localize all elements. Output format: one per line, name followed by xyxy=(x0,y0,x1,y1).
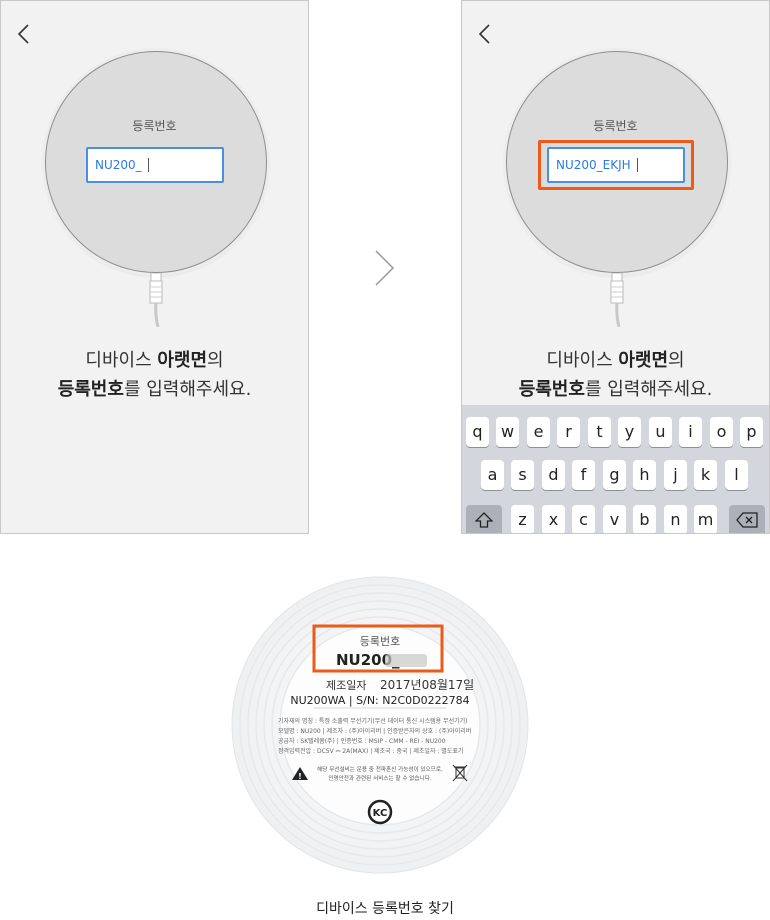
cable-icon xyxy=(149,273,163,327)
key-q[interactable]: q xyxy=(466,417,489,447)
warning-line: 해당 무선설비는 운용 중 전파혼신 가능성이 있으므로, xyxy=(317,765,443,773)
registration-number-input[interactable]: NU200_EKJH xyxy=(547,147,685,183)
shift-key[interactable] xyxy=(466,505,502,533)
key-n[interactable]: n xyxy=(664,505,687,533)
instruction-text: 디바이스 아랫면의 등록번호를 입력해주세요. xyxy=(462,346,769,404)
key-f[interactable]: f xyxy=(572,460,595,490)
key-b[interactable]: b xyxy=(633,505,656,533)
key-d[interactable]: d xyxy=(542,460,565,490)
step1-screen: 등록번호 NU200_ 디바이스 아랫면의 등록번호를 입력해주세요. xyxy=(0,0,309,534)
key-y[interactable]: y xyxy=(618,417,641,447)
key-g[interactable]: g xyxy=(603,460,626,490)
manufacture-date-label: 제조일자 xyxy=(326,678,366,692)
warning-line: 인명안전과 관련된 서비스는 할 수 없습니다. xyxy=(328,774,432,782)
figure-caption: 디바이스 등록번호 찾기 xyxy=(316,901,454,917)
spec-line: 모델명 : NU200 | 제조자 : (주)아이리버 | 인증받은자의 상호 … xyxy=(278,727,471,735)
key-w[interactable]: w xyxy=(496,417,519,447)
input-value: NU200_EKJH xyxy=(556,158,631,172)
spec-line: 기자재의 명칭 : 특정 소출력 무선기기(무선 데이터 통신 시스템용 무선기… xyxy=(278,717,467,725)
blurred-serial xyxy=(385,654,427,667)
instruction-bold-part: 아랫면 xyxy=(157,350,208,371)
key-k[interactable]: k xyxy=(694,460,717,490)
key-t[interactable]: t xyxy=(588,417,611,447)
cable-icon xyxy=(610,273,624,327)
instruction-text-part: 를 입력해주세요. xyxy=(584,379,713,400)
text-caret xyxy=(147,158,149,172)
backspace-key[interactable] xyxy=(729,505,765,533)
key-a[interactable]: a xyxy=(481,460,504,490)
key-r[interactable]: r xyxy=(557,417,580,447)
input-value: NU200_ xyxy=(95,158,142,172)
model-serial-line: NU200WA | S/N: N2C0D0222784 xyxy=(290,694,469,707)
key-z[interactable]: z xyxy=(511,505,534,533)
spec-line: 정격입력전압 : DC5V ⎓ 2A(MAX) | 제조국 : 중국 | 제조일… xyxy=(278,747,463,755)
key-e[interactable]: e xyxy=(527,417,550,447)
instruction-bold-part: 등록번호 xyxy=(57,379,124,400)
manufacture-date-value: 2017년08월17일 xyxy=(380,678,474,692)
instruction-text-part: 디바이스 xyxy=(85,350,158,371)
key-x[interactable]: x xyxy=(542,505,565,533)
on-screen-keyboard: q w e r t y u i o p a s d f g h j k l z … xyxy=(462,405,769,533)
registration-number-label: 등록번호 xyxy=(593,119,638,133)
key-p[interactable]: p xyxy=(740,417,763,447)
instruction-text: 디바이스 아랫면의 등록번호를 입력해주세요. xyxy=(1,346,308,404)
key-l[interactable]: l xyxy=(725,460,748,490)
shift-icon xyxy=(474,512,494,528)
registration-number-input[interactable]: NU200_ xyxy=(86,147,224,183)
key-m[interactable]: m xyxy=(694,505,717,533)
back-arrow-icon[interactable] xyxy=(13,19,37,49)
step2-screen: 등록번호 NU200_EKJH 디바이스 아랫면의 등록번호를 입력해주세요. … xyxy=(461,0,770,534)
instruction-bold-part: 아랫면 xyxy=(618,350,669,371)
registration-number-label: 등록번호 xyxy=(132,119,177,133)
device-underside-illustration: 등록번호 NU200_ 제조일자 2017년08월17일 NU200WA | S… xyxy=(231,576,529,874)
text-caret xyxy=(636,158,638,172)
instruction-text-part: 의 xyxy=(207,350,224,371)
backspace-icon xyxy=(736,512,758,528)
key-o[interactable]: o xyxy=(710,417,733,447)
instruction-text-part: 를 입력해주세요. xyxy=(123,379,252,400)
key-c[interactable]: c xyxy=(572,505,595,533)
key-h[interactable]: h xyxy=(633,460,656,490)
kc-mark-text: KC xyxy=(373,808,388,819)
instruction-bold-part: 등록번호 xyxy=(518,379,585,400)
next-step-chevron-icon xyxy=(375,250,395,286)
svg-text:!: ! xyxy=(298,772,302,781)
key-v[interactable]: v xyxy=(603,505,626,533)
spec-line: 공급자 : SK텔레콤(주) | 인증번호 : MSIP - CMM - REI… xyxy=(278,737,446,745)
key-u[interactable]: u xyxy=(649,417,672,447)
key-i[interactable]: i xyxy=(679,417,702,447)
key-j[interactable]: j xyxy=(664,460,687,490)
device-reg-title: 등록번호 xyxy=(360,635,400,648)
key-s[interactable]: s xyxy=(511,460,534,490)
instruction-text-part: 디바이스 xyxy=(546,350,619,371)
instruction-text-part: 의 xyxy=(668,350,685,371)
back-arrow-icon[interactable] xyxy=(474,19,498,49)
